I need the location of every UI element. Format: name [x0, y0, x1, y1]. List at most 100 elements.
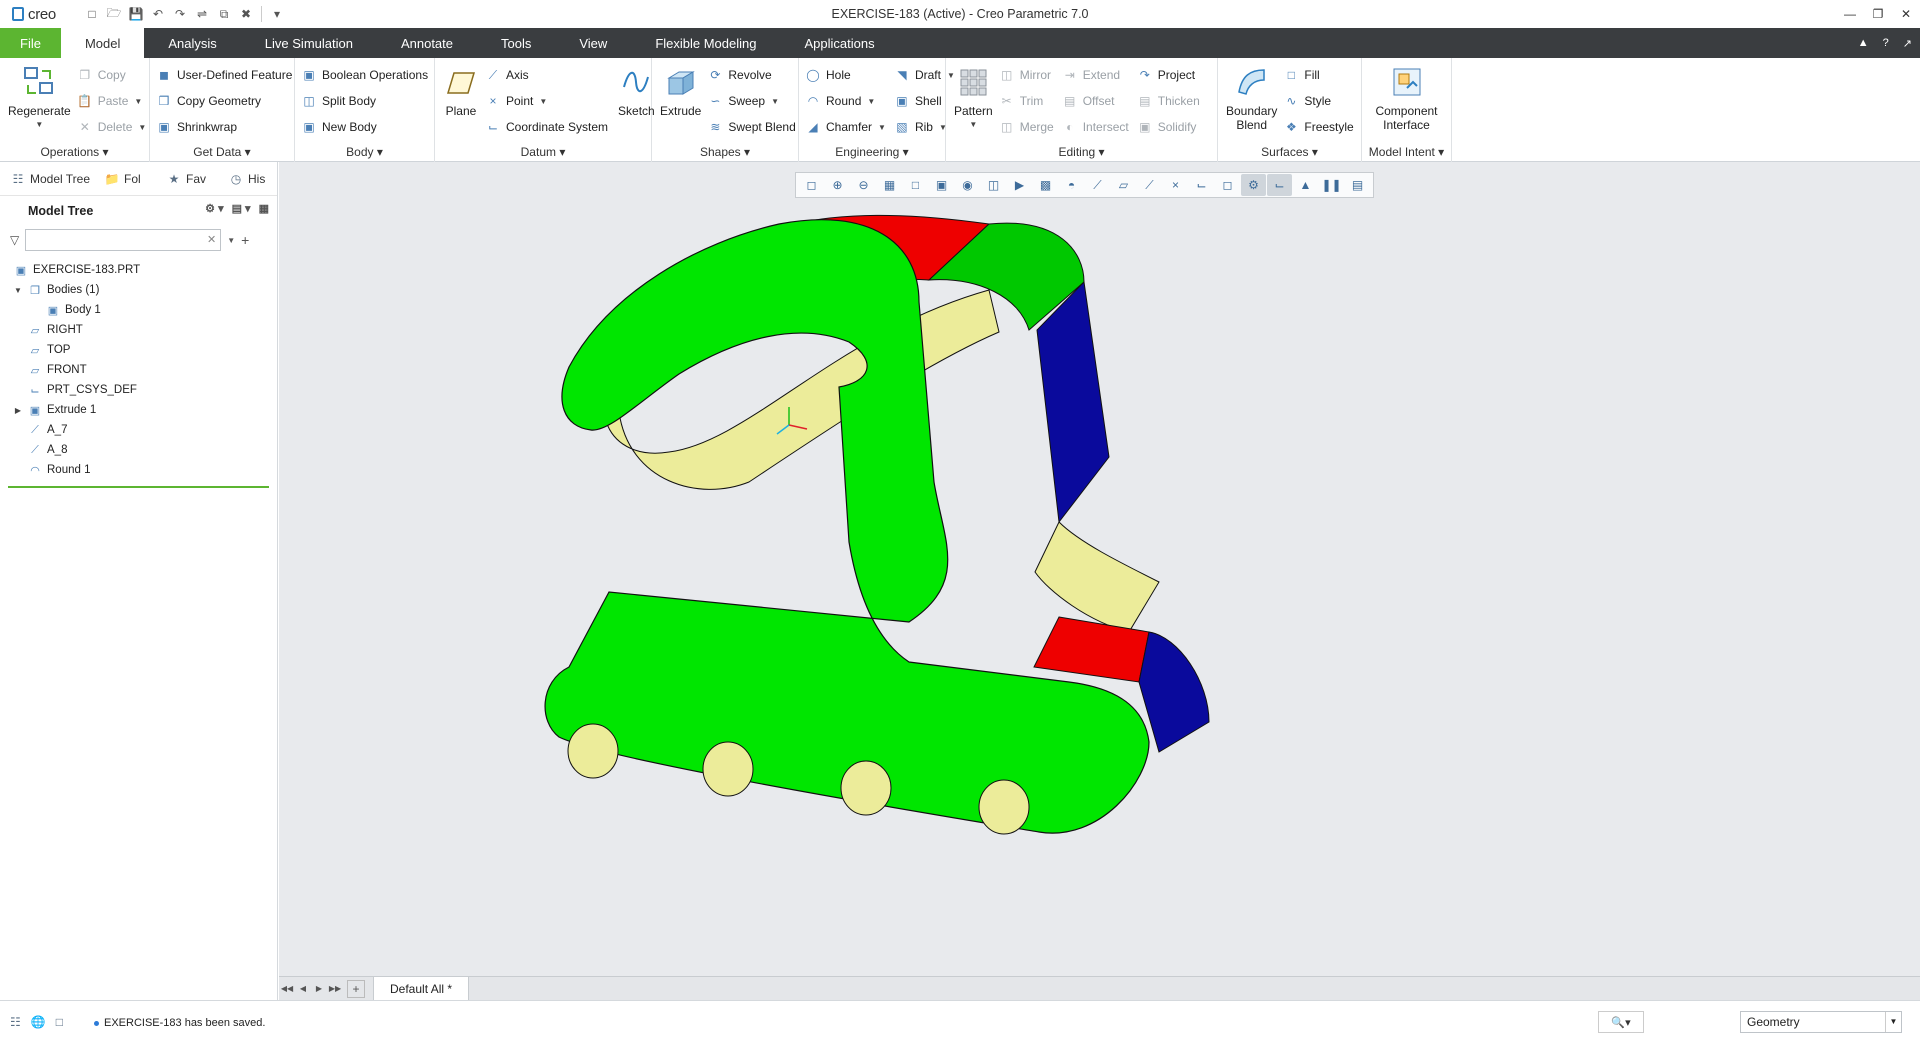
next-tab-icon[interactable]: ▶ — [311, 984, 327, 993]
project-button[interactable]: ↷ Project — [1137, 62, 1204, 88]
hole-button[interactable]: ◯ Hole — [805, 62, 890, 88]
section-icon[interactable]: ▶ — [1007, 174, 1032, 196]
appearance-icon[interactable]: ◓ — [1059, 174, 1084, 196]
tree-node[interactable]: ▣ EXERCISE-183.PRT — [8, 260, 269, 280]
group-title-model-intent[interactable]: Model Intent ▾ — [1362, 145, 1451, 159]
display-3d-icon[interactable]: ▲ — [1293, 174, 1318, 196]
animation-icon[interactable]: ▤ — [1345, 174, 1370, 196]
delete-button[interactable]: ✕ Delete ▼ — [77, 114, 151, 140]
perspective-icon[interactable]: ▩ — [1033, 174, 1058, 196]
revolve-button[interactable]: ⟳ Revolve — [707, 62, 799, 88]
minimize-ribbon-icon[interactable]: ▲ — [1858, 37, 1869, 49]
regenerate-quick-icon[interactable]: ⇌ — [192, 4, 212, 24]
first-tab-icon[interactable]: ◀◀ — [279, 984, 295, 993]
find-button[interactable]: 🔍 ▾ — [1598, 1011, 1644, 1033]
extend-button[interactable]: ⇥ Extend — [1062, 62, 1133, 88]
tab-view[interactable]: View — [555, 28, 631, 58]
tab-model[interactable]: Model — [60, 28, 145, 58]
show-icon[interactable]: ▤ ▾ — [232, 202, 251, 215]
paste-button[interactable]: 📋 Paste ▼ — [77, 88, 151, 114]
tab-analysis[interactable]: Analysis — [144, 28, 240, 58]
split-body-button[interactable]: ◫ Split Body — [301, 88, 432, 114]
group-title-operations[interactable]: Operations ▾ — [0, 145, 149, 159]
group-title-shapes[interactable]: Shapes ▾ — [652, 145, 798, 159]
view-manager-icon[interactable]: □ — [903, 174, 928, 196]
3d-model-view[interactable] — [279, 162, 1920, 976]
clear-search-icon[interactable]: ✕ — [207, 233, 216, 246]
group-title-engineering[interactable]: Engineering ▾ — [799, 145, 945, 159]
expand-right-icon[interactable]: ▶ — [12, 406, 24, 415]
windows-icon[interactable]: ⧉ — [214, 4, 234, 24]
boolean-operations-button[interactable]: ▣ Boolean Operations — [301, 62, 432, 88]
close-window-icon[interactable]: ✖ — [236, 4, 256, 24]
tree-node[interactable]: ▱ FRONT — [8, 360, 269, 380]
tab-default-all[interactable]: Default All * — [373, 976, 470, 1001]
new-file-icon[interactable]: □ — [82, 4, 102, 24]
restore-icon[interactable]: ❐ — [1864, 0, 1892, 28]
tree-node[interactable]: ▶ ▣ Extrude 1 — [8, 400, 269, 420]
tab-tools[interactable]: Tools — [477, 28, 555, 58]
full-screen-icon[interactable]: □ — [56, 1015, 63, 1029]
style-button[interactable]: ∿ Style — [1283, 88, 1357, 114]
merge-button[interactable]: ◫ Merge — [999, 114, 1058, 140]
swept-blend-button[interactable]: ≋ Swept Blend — [707, 114, 799, 140]
filter-icon[interactable]: ▽ — [10, 233, 19, 247]
tab-annotate[interactable]: Annotate — [377, 28, 477, 58]
point-display-icon[interactable]: × — [1163, 174, 1188, 196]
mirror-button[interactable]: ◫ Mirror — [999, 62, 1058, 88]
expand-icon[interactable]: ↗ — [1903, 37, 1912, 50]
csys-toggle-icon[interactable]: ⌙ — [1267, 174, 1292, 196]
refit-icon[interactable]: ◻ — [799, 174, 824, 196]
zoom-out-icon[interactable]: ⊖ — [851, 174, 876, 196]
tab-favorites[interactable]: ★ Fav — [162, 166, 220, 192]
open-file-icon[interactable]: 🗁 — [104, 4, 124, 24]
group-title-get-data[interactable]: Get Data ▾ — [150, 145, 294, 159]
freestyle-button[interactable]: ❖ Freestyle — [1283, 114, 1357, 140]
tree-node[interactable]: ⟋ A_7 — [8, 420, 269, 440]
expand-down-icon[interactable]: ▼ — [12, 286, 24, 295]
tab-live-simulation[interactable]: Live Simulation — [241, 28, 377, 58]
intersect-button[interactable]: ◐ Intersect — [1062, 114, 1133, 140]
prev-tab-icon[interactable]: ◀ — [295, 984, 311, 993]
tab-folder-browser[interactable]: 📁 Fol — [100, 166, 158, 192]
group-title-body[interactable]: Body ▾ — [295, 145, 434, 159]
customize-toolbar-icon[interactable]: ▾ — [267, 4, 287, 24]
tab-flexible-modeling[interactable]: Flexible Modeling — [631, 28, 780, 58]
group-title-datum[interactable]: Datum ▾ — [435, 145, 651, 159]
undo-icon[interactable]: ↶ — [148, 4, 168, 24]
named-views-icon[interactable]: ◫ — [981, 174, 1006, 196]
udf-button[interactable]: ◼ User-Defined Feature — [156, 62, 296, 88]
tab-applications[interactable]: Applications — [780, 28, 898, 58]
display-style-icon[interactable]: ▣ — [929, 174, 954, 196]
tree-node[interactable]: ⌙ PRT_CSYS_DEF — [8, 380, 269, 400]
copy-button[interactable]: ❐ Copy — [77, 62, 151, 88]
tree-node[interactable]: ▱ TOP — [8, 340, 269, 360]
graphics-window[interactable]: ◻ ⊕ ⊖ ▦ □ ▣ ◉ ◫ ▶ ▩ ◓ ⟋ ▱ ⟋ × ⌙ ◻ ⚙ ⌙ ▲ ❚❚ ▤ — [279, 162, 1920, 976]
axis-display-icon[interactable]: ⟋ — [1137, 174, 1162, 196]
saved-orientations-icon[interactable]: ◉ — [955, 174, 980, 196]
redo-icon[interactable]: ↷ — [170, 4, 190, 24]
tree-node[interactable]: ◠ Round 1 — [8, 460, 269, 480]
tree-node[interactable]: ▱ RIGHT — [8, 320, 269, 340]
new-body-button[interactable]: ▣ New Body — [301, 114, 432, 140]
csys-display-icon[interactable]: ⌙ — [1189, 174, 1214, 196]
selection-filter-select[interactable]: Geometry ▼ — [1740, 1011, 1902, 1033]
annotation-display-icon[interactable]: ◻ — [1215, 174, 1240, 196]
chamfer-button[interactable]: ◢ Chamfer ▼ — [805, 114, 890, 140]
plane-display-icon[interactable]: ▱ — [1111, 174, 1136, 196]
pause-icon[interactable]: ❚❚ — [1319, 174, 1344, 196]
toggle-navigator-icon[interactable]: ☷ — [10, 1015, 21, 1029]
tab-history[interactable]: ◷ His — [224, 166, 274, 192]
sweep-button[interactable]: ∽ Sweep ▼ — [707, 88, 799, 114]
tree-search-input[interactable]: ✕ — [25, 229, 222, 251]
save-icon[interactable]: 💾 — [126, 4, 146, 24]
tab-file[interactable]: File — [0, 28, 61, 58]
tree-node[interactable]: ▣ Body 1 — [8, 300, 269, 320]
fill-button[interactable]: □ Fill — [1283, 62, 1357, 88]
datum-display-icon[interactable]: ⟋ — [1085, 174, 1110, 196]
add-tab-icon[interactable]: + — [347, 979, 365, 998]
spin-center-icon[interactable]: ⚙ — [1241, 174, 1266, 196]
browser-icon[interactable]: 🌐 — [31, 1015, 46, 1029]
shrinkwrap-button[interactable]: ▣ Shrinkwrap — [156, 114, 296, 140]
copy-geometry-button[interactable]: ❒ Copy Geometry — [156, 88, 296, 114]
